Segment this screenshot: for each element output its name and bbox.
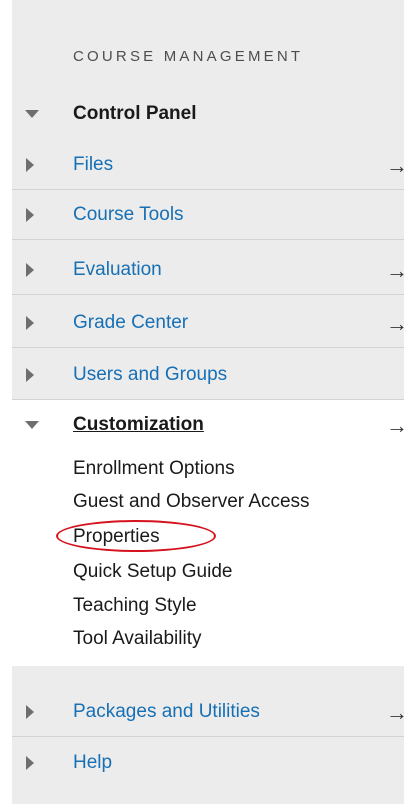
menu-item-help[interactable]: Help (12, 738, 404, 788)
submenu-teaching-style[interactable]: Teaching Style (73, 595, 197, 617)
menu-item-packages-and-utilities-label[interactable]: Packages and Utilities (73, 701, 260, 723)
submenu-tool-availability[interactable]: Tool Availability (73, 628, 202, 650)
menu-item-packages-and-utilities[interactable]: Packages and Utilities → (12, 687, 404, 737)
menu-item-grade-center-label[interactable]: Grade Center (73, 312, 188, 334)
menu-item-course-tools-label[interactable]: Course Tools (73, 204, 184, 226)
submenu-quick-setup-guide[interactable]: Quick Setup Guide (73, 561, 232, 583)
expand-right-icon[interactable] (26, 157, 34, 172)
submenu-properties[interactable]: Properties (56, 520, 216, 552)
menu-item-grade-center[interactable]: Grade Center → (12, 298, 404, 348)
menu-item-users-and-groups[interactable]: Users and Groups (12, 350, 404, 400)
submenu-enrollment-options[interactable]: Enrollment Options (73, 458, 235, 480)
highlight-circle (56, 520, 216, 552)
expand-down-icon[interactable] (25, 110, 39, 118)
submenu-guest-observer-access[interactable]: Guest and Observer Access (73, 491, 310, 513)
expand-right-icon[interactable] (26, 367, 34, 382)
expand-right-icon[interactable] (26, 704, 34, 719)
menu-item-course-tools[interactable]: Course Tools (12, 190, 404, 240)
expand-right-icon[interactable] (26, 756, 34, 770)
expand-down-icon[interactable] (25, 421, 39, 429)
course-management-panel: COURSE MANAGEMENT Control Panel Files → … (12, 0, 404, 804)
arrow-right-icon[interactable]: → (386, 701, 404, 724)
menu-item-customization[interactable]: Customization → (12, 400, 404, 450)
menu-item-evaluation-label[interactable]: Evaluation (73, 259, 162, 281)
expand-right-icon[interactable] (26, 207, 34, 222)
menu-item-customization-label[interactable]: Customization (73, 414, 204, 436)
menu-item-files[interactable]: Files → (12, 140, 404, 190)
menu-item-files-label[interactable]: Files (73, 154, 113, 176)
expand-right-icon[interactable] (26, 315, 34, 330)
arrow-right-icon[interactable]: → (386, 259, 404, 282)
course-management-header: COURSE MANAGEMENT (73, 48, 304, 65)
control-panel-row[interactable]: Control Panel (12, 89, 404, 139)
arrow-right-icon[interactable]: → (386, 312, 404, 335)
menu-item-help-label[interactable]: Help (73, 752, 112, 774)
control-panel-label[interactable]: Control Panel (73, 103, 197, 125)
menu-item-users-and-groups-label[interactable]: Users and Groups (73, 364, 227, 386)
arrow-right-icon[interactable]: → (386, 154, 404, 177)
menu-item-evaluation[interactable]: Evaluation → (12, 245, 404, 295)
customization-submenu: Enrollment Options Guest and Observer Ac… (12, 450, 404, 666)
expand-right-icon[interactable] (26, 262, 34, 277)
arrow-right-icon[interactable]: → (386, 415, 404, 437)
